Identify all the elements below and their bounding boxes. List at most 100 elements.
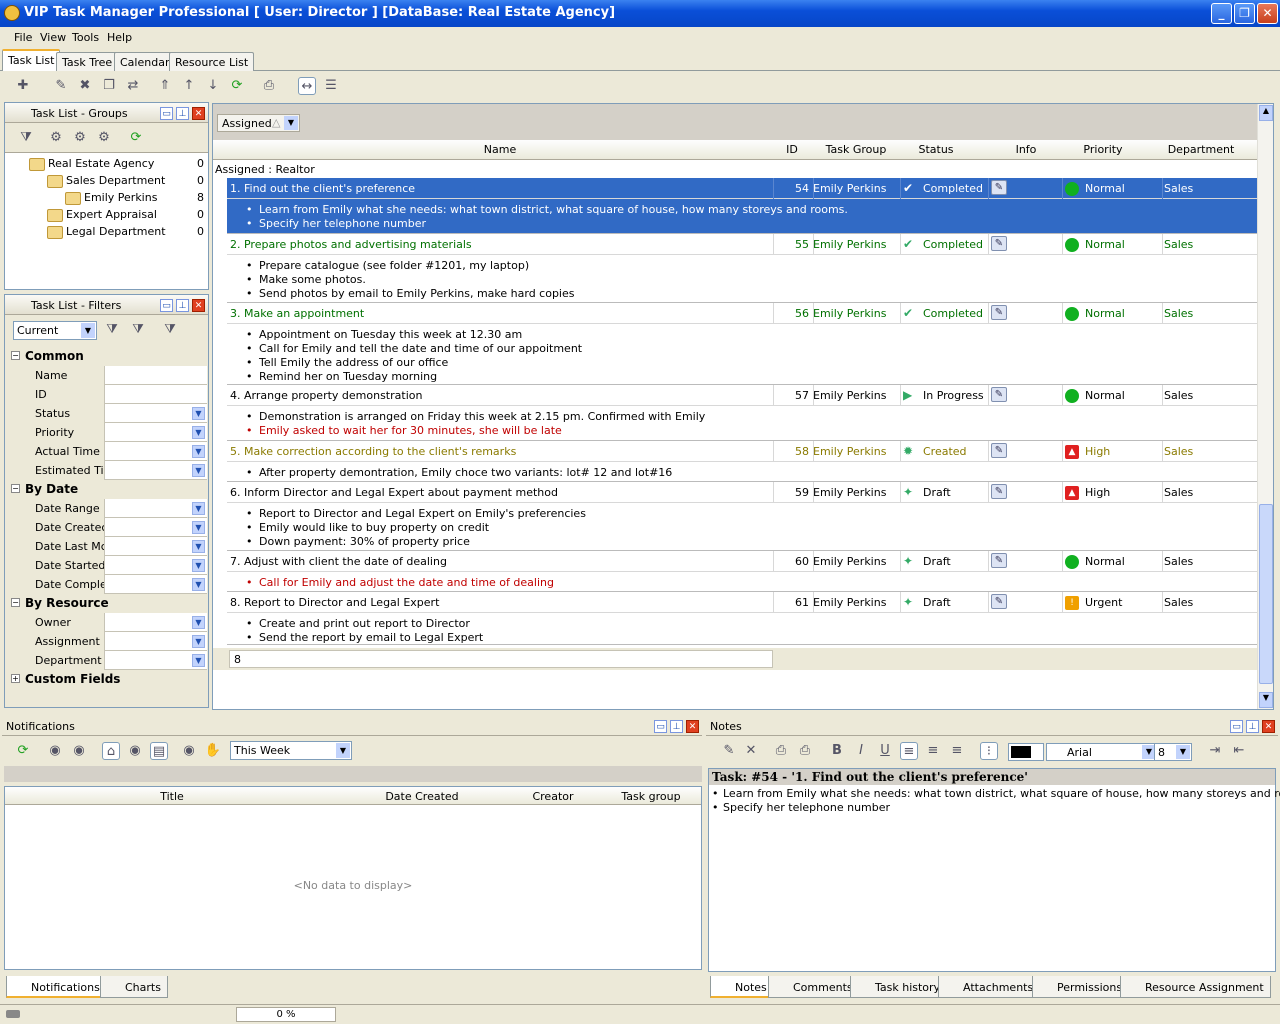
task-copy-icon[interactable]: ❐ bbox=[100, 77, 118, 95]
panel-close-icon[interactable]: ✕ bbox=[192, 107, 205, 120]
filter-icon[interactable]: ⧩ bbox=[17, 129, 35, 147]
filter-property[interactable]: Owner ▼ bbox=[5, 613, 207, 632]
task-notes[interactable]: After property demontration, Emily choce… bbox=[227, 462, 1258, 482]
move-up-icon[interactable]: ↑ bbox=[180, 77, 198, 95]
tab-task-history[interactable]: Task history bbox=[850, 976, 948, 998]
panel-close-icon[interactable]: ✕ bbox=[686, 720, 699, 733]
notif-task-icon[interactable]: ◉ bbox=[126, 742, 144, 760]
info-note-icon[interactable]: ✎ bbox=[991, 180, 1007, 195]
filter-property[interactable]: Date Comple ▼ bbox=[5, 575, 207, 594]
notif-inbox-icon[interactable]: ⌂ bbox=[102, 742, 120, 760]
group-add-icon[interactable]: ⚙ bbox=[47, 129, 65, 147]
close-button[interactable]: ✕ bbox=[1257, 3, 1278, 24]
notif-eye-icon[interactable]: ◉ bbox=[180, 742, 198, 760]
filter-property[interactable]: Date Range ▼ bbox=[5, 499, 207, 518]
expand-icon[interactable]: − bbox=[11, 484, 20, 493]
filter-value[interactable]: ▼ bbox=[104, 404, 207, 423]
filter-category[interactable]: − By Resource bbox=[7, 594, 207, 613]
info-note-icon[interactable]: ✎ bbox=[991, 484, 1007, 499]
task-notes[interactable]: Call for Emily and adjust the date and t… bbox=[227, 572, 1258, 592]
task-delete-icon[interactable]: ✖ bbox=[76, 77, 94, 95]
panel-restore-icon[interactable]: ▭ bbox=[160, 107, 173, 120]
expand-icon[interactable]: − bbox=[11, 598, 20, 607]
tab-resource-assignment[interactable]: Resource Assignment bbox=[1120, 976, 1271, 998]
underline-icon[interactable]: U bbox=[876, 742, 894, 760]
tab-notifications[interactable]: Notifications bbox=[6, 976, 107, 998]
print-preview-icon[interactable]: ⎙ bbox=[796, 742, 814, 760]
tab-calendar[interactable]: Calendar bbox=[114, 52, 176, 71]
panel-close-icon[interactable]: ✕ bbox=[192, 299, 205, 312]
tab-attachments[interactable]: Attachments bbox=[938, 976, 1041, 998]
filter-value[interactable]: ▼ bbox=[104, 651, 207, 670]
col-department[interactable]: Department bbox=[1163, 143, 1239, 156]
menu-tools[interactable]: Tools bbox=[72, 31, 99, 44]
tree-item-legal[interactable]: Legal Department 0 bbox=[47, 225, 207, 239]
filter-category[interactable]: − Common bbox=[7, 347, 207, 366]
filter-select[interactable]: Current ▼ bbox=[13, 321, 97, 340]
task-notes[interactable]: Report to Director and Legal Expert on E… bbox=[227, 503, 1258, 551]
pin-icon[interactable]: ⊥ bbox=[176, 107, 189, 120]
refresh-icon[interactable]: ⟳ bbox=[228, 77, 246, 95]
tab-task-list[interactable]: Task List bbox=[2, 49, 61, 71]
tree-item-emily[interactable]: Emily Perkins 8 bbox=[65, 191, 207, 205]
filter-value[interactable] bbox=[104, 366, 207, 385]
bullets-icon[interactable]: ⁝ bbox=[980, 742, 998, 760]
tab-task-tree[interactable]: Task Tree bbox=[56, 52, 119, 71]
task-row[interactable]: 1. Find out the client's preference 54 Emi… bbox=[227, 178, 1258, 199]
print-icon[interactable]: ⎙ bbox=[772, 742, 790, 760]
pin-icon[interactable]: ⊥ bbox=[670, 720, 683, 733]
filter-property[interactable]: Date Last Mc ▼ bbox=[5, 537, 207, 556]
filter-settings-icon[interactable]: ⧩ bbox=[129, 321, 147, 339]
period-select[interactable]: This Week ▼ bbox=[230, 741, 352, 760]
panel-restore-icon[interactable]: ▭ bbox=[654, 720, 667, 733]
group-row[interactable]: Assigned : Realtor bbox=[213, 161, 1258, 178]
tree-item-sales[interactable]: Sales Department 0 bbox=[47, 174, 207, 188]
task-row[interactable]: 3. Make an appointment 56 Emily Perkins ✔ Co… bbox=[227, 303, 1258, 324]
filter-property[interactable]: Name bbox=[5, 366, 207, 385]
filter-property[interactable]: ID bbox=[5, 385, 207, 404]
fit-columns-icon[interactable]: ↔ bbox=[298, 77, 316, 95]
tree-item-appraisal[interactable]: Expert Appraisal 0 bbox=[47, 208, 207, 222]
pin-icon[interactable]: ⊥ bbox=[176, 299, 189, 312]
filter-value[interactable]: ▼ bbox=[104, 613, 207, 632]
task-move-icon[interactable]: ⇄ bbox=[124, 77, 142, 95]
filter-category[interactable]: − By Date bbox=[7, 480, 207, 499]
tab-charts[interactable]: Charts bbox=[100, 976, 168, 998]
col-date-created[interactable]: Date Created bbox=[339, 790, 505, 803]
align-left-icon[interactable]: ≡ bbox=[900, 742, 918, 760]
expand-icon[interactable]: − bbox=[11, 351, 20, 360]
group-chip-assigned[interactable]: Assigned △ ▼ bbox=[217, 114, 300, 132]
filter-property[interactable]: Department ▼ bbox=[5, 651, 207, 670]
filter-property[interactable]: Date Started ▼ bbox=[5, 556, 207, 575]
filter-value[interactable]: ▼ bbox=[104, 556, 207, 575]
filter-value[interactable]: ▼ bbox=[104, 632, 207, 651]
col-name[interactable]: Name bbox=[227, 143, 773, 156]
notif-doc-icon[interactable]: ▤ bbox=[150, 742, 168, 760]
edit-icon[interactable]: ✎ bbox=[720, 742, 738, 760]
tab-comments[interactable]: Comments bbox=[768, 976, 860, 998]
align-right-icon[interactable]: ≡ bbox=[948, 742, 966, 760]
col-priority[interactable]: Priority bbox=[1063, 143, 1143, 156]
notes-editor[interactable]: Task: #54 - '1. Find out the client's pr… bbox=[708, 768, 1280, 972]
task-row[interactable]: 7. Adjust with client the date of dealin… bbox=[227, 551, 1258, 572]
filter-category[interactable]: + Custom Fields bbox=[7, 670, 207, 689]
task-notes[interactable]: Appointment on Tuesday this week at 12.3… bbox=[227, 324, 1258, 385]
tab-permissions[interactable]: Permissions bbox=[1032, 976, 1130, 998]
italic-icon[interactable]: I bbox=[852, 742, 870, 760]
refresh-icon[interactable]: ⟳ bbox=[14, 742, 32, 760]
tab-notes[interactable]: Notes bbox=[710, 976, 774, 998]
outdent-icon[interactable]: ⇤ bbox=[1230, 742, 1248, 760]
move-top-icon[interactable]: ⇑ bbox=[156, 77, 174, 95]
font-size-select[interactable]: 8 ▼ bbox=[1154, 743, 1192, 761]
pin-icon[interactable]: ⊥ bbox=[1246, 720, 1259, 733]
filter-property[interactable]: Assignment ▼ bbox=[5, 632, 207, 651]
menu-help[interactable]: Help bbox=[107, 31, 132, 44]
refresh-icon[interactable]: ⟳ bbox=[127, 129, 145, 147]
filter-value[interactable]: ▼ bbox=[104, 537, 207, 556]
filter-value[interactable]: ▼ bbox=[104, 518, 207, 537]
info-note-icon[interactable]: ✎ bbox=[991, 387, 1007, 402]
task-edit-icon[interactable]: ✎ bbox=[52, 77, 70, 95]
task-notes[interactable]: Create and print out report to DirectorS… bbox=[227, 613, 1258, 645]
scroll-thumb[interactable] bbox=[1259, 504, 1273, 684]
filter-property[interactable]: Estimated Tir ▼ bbox=[5, 461, 207, 480]
